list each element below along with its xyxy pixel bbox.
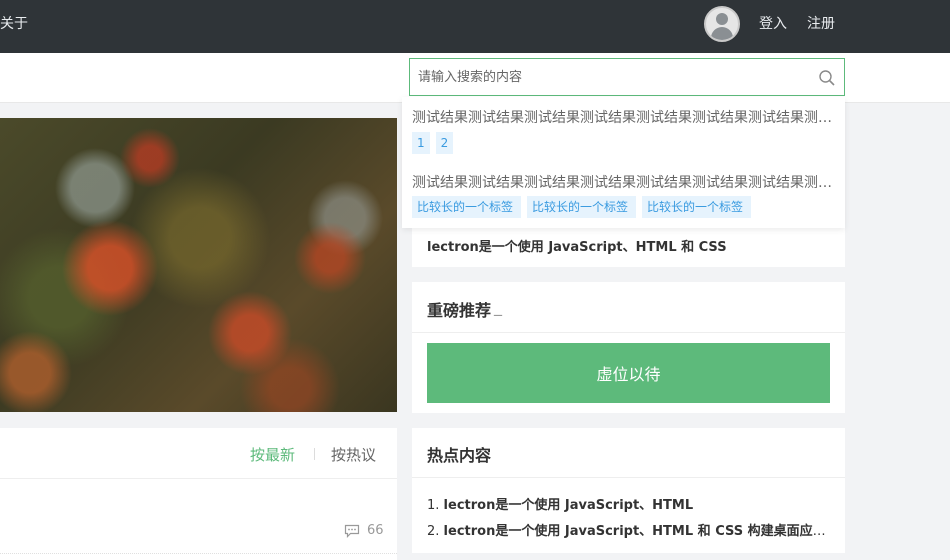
search-results-dropdown: 测试结果测试结果测试结果测试结果测试结果测试结果测试结果测试结果测试结果 1 2… bbox=[402, 97, 845, 228]
search-icon[interactable] bbox=[818, 69, 836, 87]
list-divider bbox=[0, 478, 397, 479]
result-tag[interactable]: 比较长的一个标签 bbox=[642, 196, 751, 218]
recommend-title-suffix: _ bbox=[494, 297, 502, 316]
search-result-title: 测试结果测试结果测试结果测试结果测试结果测试结果测试结果测试结果测试结果 bbox=[412, 110, 844, 126]
user-avatar-icon[interactable] bbox=[704, 6, 740, 42]
post-list-card: 按最新 按热议 bbox=[0, 428, 397, 560]
sort-newest-tab[interactable]: 按最新 bbox=[250, 444, 295, 465]
hot-item-text: lectron是一个使用 JavaScript、HTML 和 CSS 构建桌面应… bbox=[443, 524, 832, 539]
search-result-item[interactable]: 测试结果测试结果测试结果测试结果测试结果测试结果测试结果测试结果测试结果 比较长… bbox=[412, 172, 844, 218]
hot-item-text: lectron是一个使用 JavaScript、HTML bbox=[443, 498, 694, 513]
ad-placeholder-label: 虚位以待 bbox=[596, 365, 661, 384]
top-navbar: 关于 登入 注册 bbox=[0, 0, 950, 53]
register-link[interactable]: 注册 bbox=[807, 13, 835, 33]
hot-item-index: 2. bbox=[427, 524, 440, 539]
result-tag[interactable]: 比较长的一个标签 bbox=[412, 196, 521, 218]
nav-about-link[interactable]: 关于 bbox=[0, 13, 28, 33]
comment-count: 66 bbox=[367, 523, 384, 538]
result-tag[interactable]: 比较长的一个标签 bbox=[527, 196, 636, 218]
hot-content-title: 热点内容 bbox=[427, 446, 492, 465]
search-result-tags: 比较长的一个标签 比较长的一个标签 比较长的一个标签 bbox=[412, 196, 751, 218]
avatar-body bbox=[711, 27, 733, 40]
search-result-title: 测试结果测试结果测试结果测试结果测试结果测试结果测试结果测试结果测试结果 bbox=[412, 175, 844, 191]
hot-content-divider bbox=[412, 477, 845, 478]
ad-placeholder[interactable]: 虚位以待 bbox=[427, 343, 830, 403]
recommend-divider bbox=[412, 332, 845, 333]
hot-item-index: 1. bbox=[427, 498, 440, 513]
banner-image[interactable] bbox=[0, 118, 397, 412]
sort-divider bbox=[314, 448, 315, 460]
result-tag[interactable]: 1 bbox=[412, 132, 430, 154]
dotted-divider bbox=[0, 553, 397, 554]
result-tag[interactable]: 2 bbox=[435, 132, 454, 154]
hot-item[interactable]: 1. lectron是一个使用 JavaScript、HTML bbox=[427, 494, 693, 513]
recommend-title: 重磅推荐 bbox=[427, 301, 492, 320]
search-box bbox=[409, 58, 845, 96]
sort-hottest-tab[interactable]: 按热议 bbox=[331, 444, 376, 465]
comment-icon[interactable] bbox=[344, 524, 360, 538]
search-result-item[interactable]: 测试结果测试结果测试结果测试结果测试结果测试结果测试结果测试结果测试结果 1 2 bbox=[412, 107, 844, 154]
hot-item[interactable]: 2. lectron是一个使用 JavaScript、HTML 和 CSS 构建… bbox=[427, 520, 832, 539]
recommend-card: 重磅推荐 _ 虚位以待 bbox=[412, 282, 845, 413]
hot-content-card: 热点内容 1. lectron是一个使用 JavaScript、HTML 2. … bbox=[412, 428, 845, 553]
intro-card-text[interactable]: lectron是一个使用 JavaScript、HTML 和 CSS bbox=[427, 236, 727, 255]
search-input[interactable] bbox=[418, 67, 808, 87]
login-link[interactable]: 登入 bbox=[759, 13, 787, 33]
search-result-tags: 1 2 bbox=[412, 132, 454, 154]
avatar-head bbox=[716, 13, 728, 25]
